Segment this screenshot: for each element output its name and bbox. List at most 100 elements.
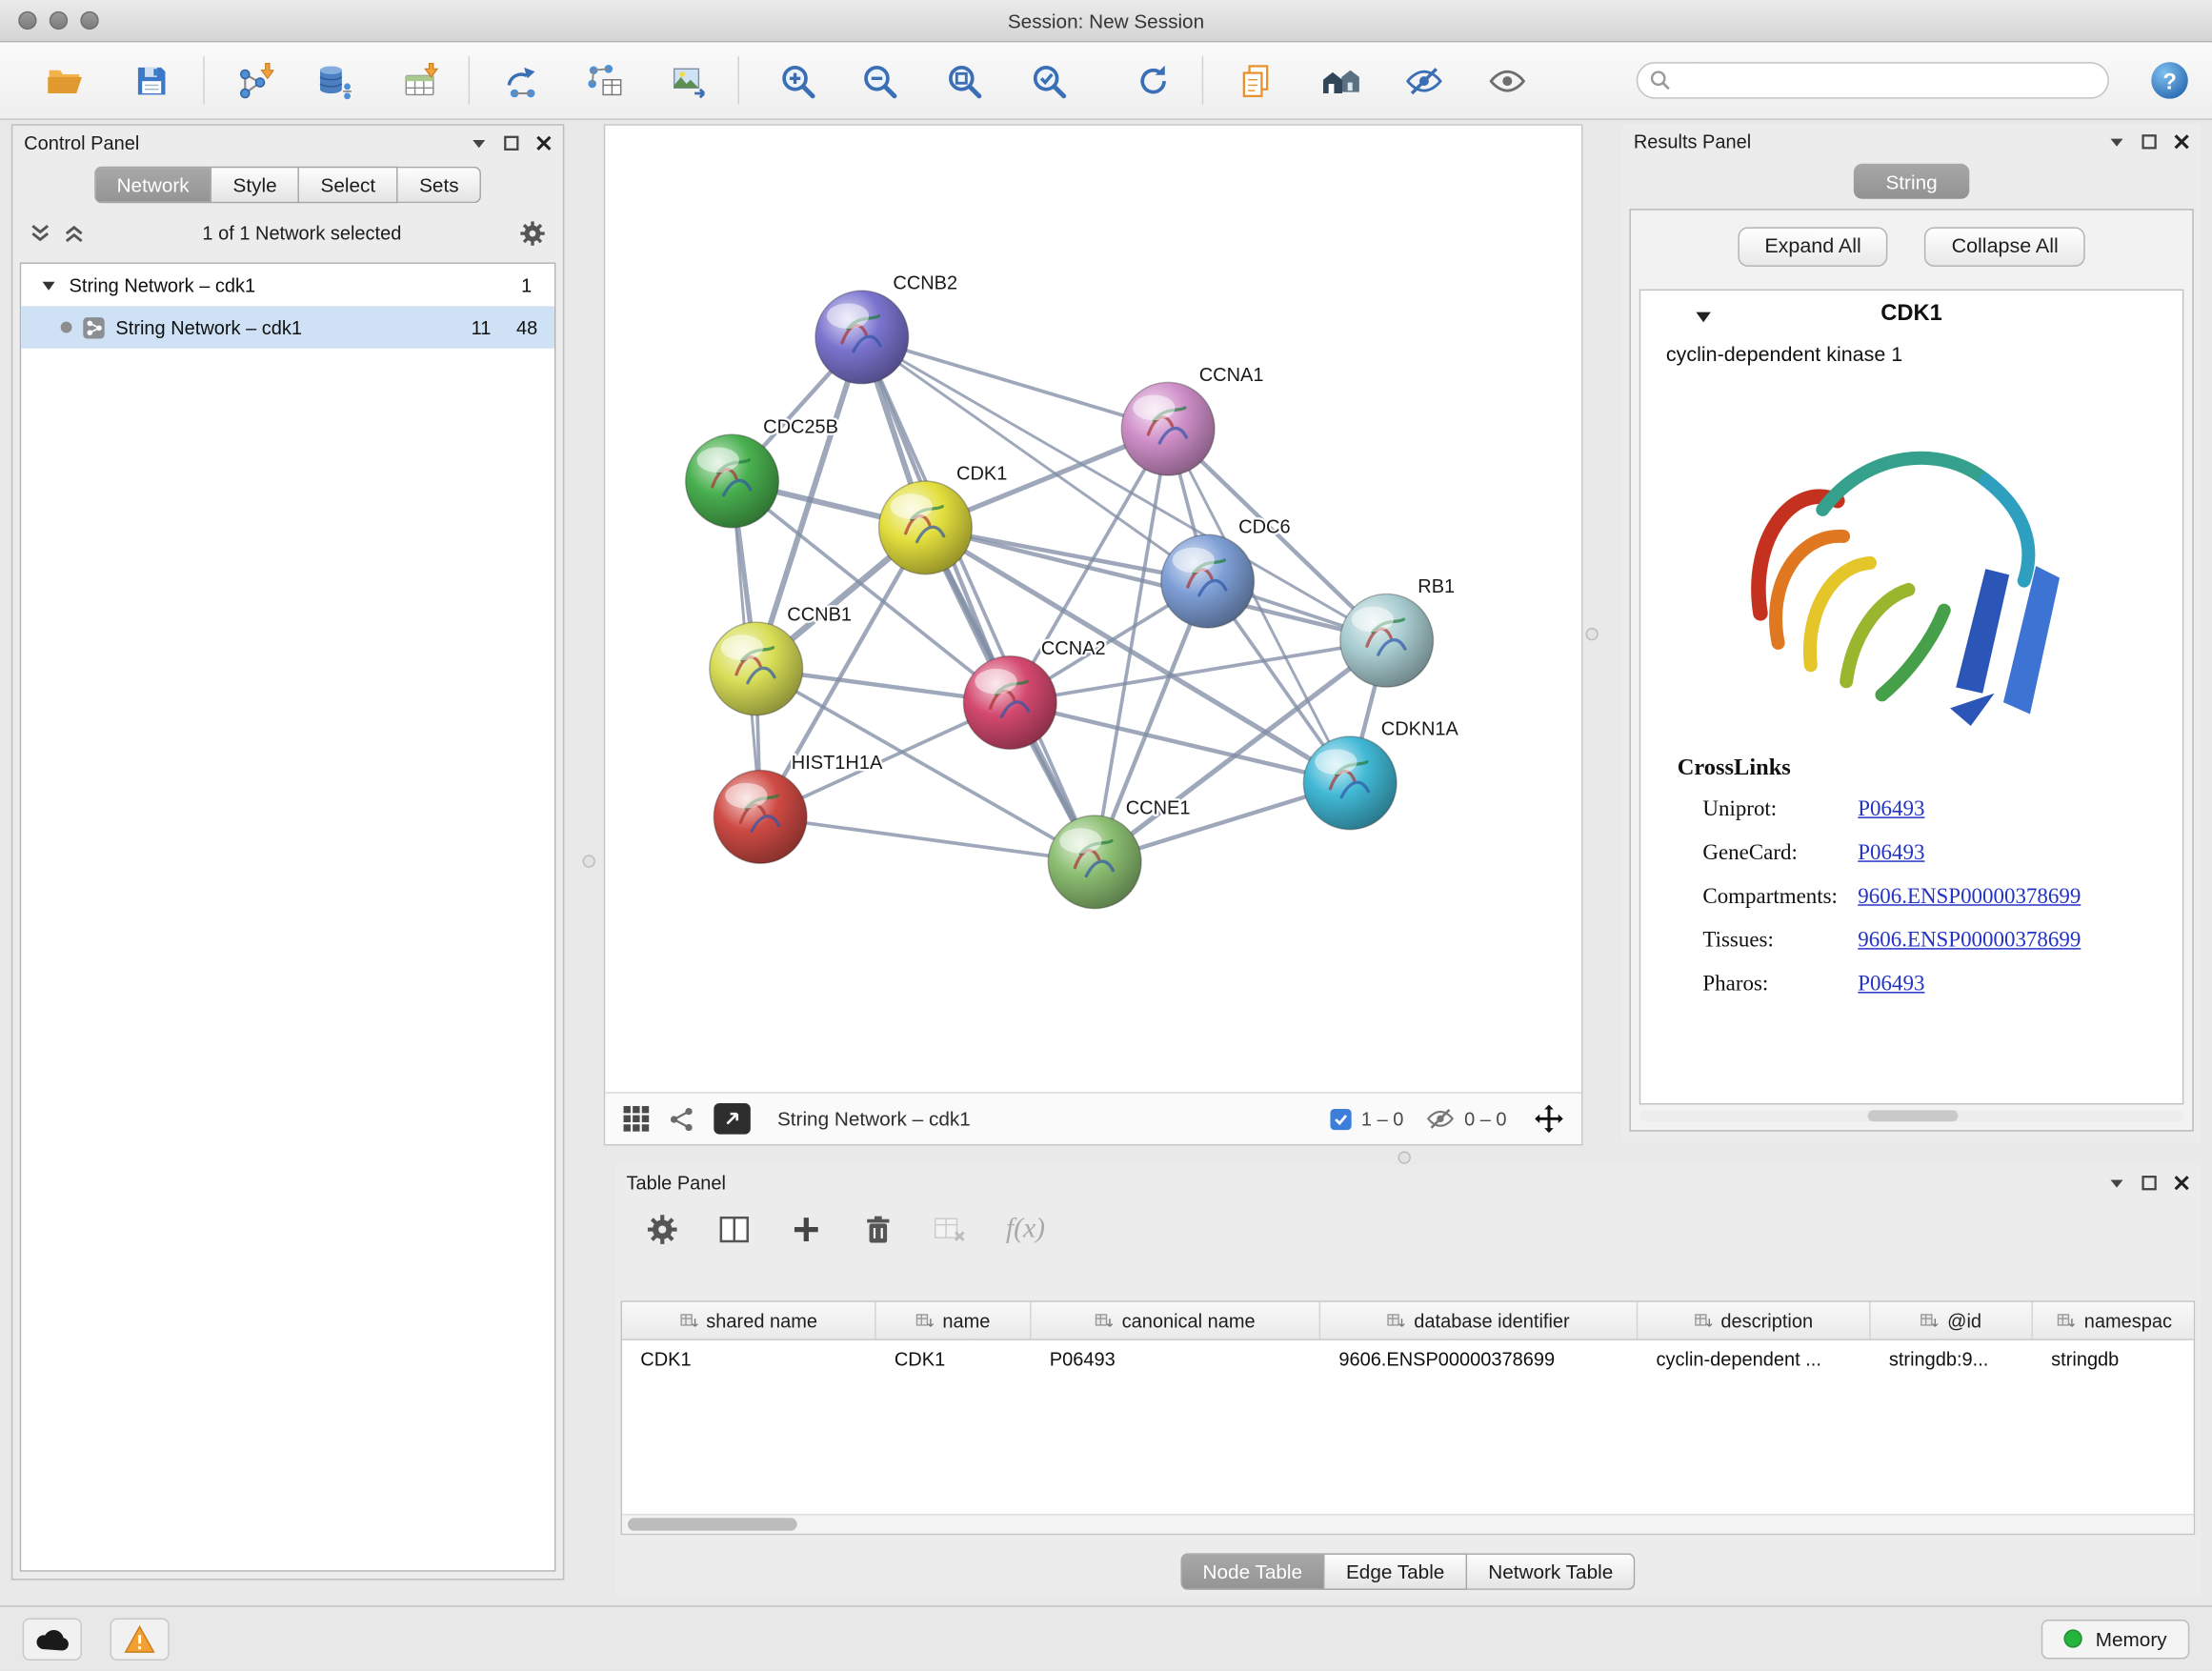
- results-scrollbar[interactable]: [1639, 1110, 2184, 1121]
- table-cell[interactable]: cyclin-dependent ...: [1638, 1340, 1870, 1378]
- splitter-handle[interactable]: [1398, 1151, 1411, 1163]
- search-input[interactable]: [1637, 62, 2109, 99]
- node-CCNA1[interactable]: [1121, 382, 1215, 475]
- window-zoom-button[interactable]: [80, 11, 98, 30]
- collapse-all-button[interactable]: Collapse All: [1924, 227, 2084, 266]
- node-RB1[interactable]: [1340, 594, 1434, 687]
- node-CCNB2[interactable]: [815, 291, 909, 384]
- edge-CCNA2-CDKN1A[interactable]: [1010, 702, 1350, 782]
- table-settings-button[interactable]: [646, 1213, 678, 1245]
- zoom-out-button[interactable]: [852, 50, 905, 110]
- panel-float-icon[interactable]: [2142, 1175, 2157, 1190]
- zoom-selected-button[interactable]: [1021, 50, 1075, 110]
- node-CCNE1[interactable]: [1048, 815, 1141, 909]
- column-header[interactable]: shared name: [622, 1302, 876, 1339]
- network-row-selected[interactable]: String Network – cdk1 11 48: [21, 306, 554, 348]
- table-cell[interactable]: CDK1: [622, 1340, 876, 1378]
- collapse-all-icon[interactable]: [30, 222, 50, 243]
- node-CDK1[interactable]: [879, 481, 973, 574]
- help-button[interactable]: ?: [2150, 61, 2189, 100]
- table-cell[interactable]: 9606.ENSP00000378699: [1320, 1340, 1638, 1378]
- home-networks-button[interactable]: [1314, 50, 1367, 110]
- copy-document-button[interactable]: [1229, 50, 1282, 110]
- expand-all-button[interactable]: Expand All: [1738, 227, 1888, 266]
- tab-network-table[interactable]: Network Table: [1467, 1553, 1636, 1590]
- crosslink-link[interactable]: P06493: [1858, 962, 1924, 1006]
- export-image-button[interactable]: [662, 50, 715, 110]
- gear-icon[interactable]: [519, 219, 546, 246]
- tab-sets[interactable]: Sets: [398, 167, 481, 204]
- column-header[interactable]: canonical name: [1032, 1302, 1321, 1339]
- crosslink-link[interactable]: 9606.ENSP00000378699: [1858, 875, 2081, 918]
- table-cell[interactable]: stringdb: [2033, 1340, 2197, 1378]
- node-HIST1H1A[interactable]: [714, 771, 807, 864]
- edge-CCNE1-HIST1H1A[interactable]: [760, 816, 1095, 861]
- edge-CCNB2-CCNA1[interactable]: [862, 337, 1168, 429]
- tab-style[interactable]: Style: [211, 167, 299, 204]
- apply-layout-button[interactable]: [1126, 50, 1179, 110]
- expand-all-icon[interactable]: [64, 222, 85, 243]
- create-column-button[interactable]: [790, 1213, 822, 1245]
- splitter-handle[interactable]: [583, 855, 595, 867]
- node-CDC6[interactable]: [1161, 534, 1255, 628]
- window-close-button[interactable]: [18, 11, 36, 30]
- tab-select[interactable]: Select: [299, 167, 398, 204]
- splitter-handle[interactable]: [1585, 628, 1598, 640]
- zoom-fit-button[interactable]: [936, 50, 990, 110]
- table-horizontal-scrollbar[interactable]: [622, 1514, 2194, 1534]
- open-session-button[interactable]: [37, 50, 90, 110]
- tab-string[interactable]: String: [1854, 164, 1969, 199]
- import-table-button[interactable]: [392, 50, 446, 110]
- panel-float-icon[interactable]: [504, 134, 519, 150]
- panel-float-icon[interactable]: [2142, 133, 2157, 149]
- memory-button[interactable]: Memory: [2041, 1619, 2189, 1658]
- import-network-file-button[interactable]: [227, 50, 280, 110]
- show-columns-button[interactable]: [718, 1213, 751, 1245]
- crosslink-link[interactable]: 9606.ENSP00000378699: [1858, 918, 2081, 962]
- crosslink-link[interactable]: P06493: [1858, 831, 1924, 875]
- scrollbar-thumb[interactable]: [628, 1518, 797, 1530]
- column-header[interactable]: description: [1638, 1302, 1870, 1339]
- tab-node-table[interactable]: Node Table: [1180, 1553, 1325, 1590]
- column-header[interactable]: database identifier: [1320, 1302, 1638, 1339]
- export-view-button[interactable]: [714, 1103, 751, 1135]
- new-table-from-network-button[interactable]: [577, 50, 631, 110]
- function-builder-button[interactable]: f(x): [1006, 1213, 1045, 1245]
- show-labels-button[interactable]: [1479, 50, 1533, 110]
- selected-checkbox-icon[interactable]: [1330, 1108, 1351, 1129]
- table-cell[interactable]: P06493: [1032, 1340, 1321, 1378]
- node-CCNB1[interactable]: [710, 622, 803, 715]
- panel-menu-icon[interactable]: [2109, 133, 2124, 149]
- panel-close-icon[interactable]: [536, 134, 552, 150]
- column-header[interactable]: name: [876, 1302, 1032, 1339]
- hide-glass-effect-button[interactable]: [1397, 50, 1450, 110]
- cloud-button[interactable]: [23, 1618, 82, 1660]
- node-CDC25B[interactable]: [686, 434, 779, 528]
- section-expander-icon[interactable]: [1695, 308, 1713, 326]
- column-header[interactable]: @id: [1871, 1302, 2033, 1339]
- new-network-from-selection-button[interactable]: [495, 50, 549, 110]
- pan-move-icon[interactable]: [1534, 1103, 1565, 1135]
- birds-eye-icon[interactable]: [622, 1105, 651, 1134]
- table-row[interactable]: CDK1 CDK1 P06493 9606.ENSP00000378699 cy…: [622, 1340, 2194, 1378]
- share-icon[interactable]: [669, 1105, 695, 1132]
- gene-header[interactable]: CDK1: [1640, 291, 2182, 338]
- network-canvas[interactable]: CCNB2CCNA1CDC25BCDK1CDC6RB1CCNB1CCNA2CDK…: [605, 126, 1581, 1092]
- table-cell[interactable]: stringdb:9...: [1871, 1340, 2033, 1378]
- warnings-button[interactable]: [111, 1618, 170, 1660]
- crosslink-link[interactable]: P06493: [1858, 787, 1924, 831]
- network-collection-row[interactable]: String Network – cdk1 1: [21, 264, 554, 306]
- panel-close-icon[interactable]: [2174, 133, 2189, 149]
- node-CDKN1A[interactable]: [1303, 736, 1397, 830]
- edge-CCNB2-CCNE1[interactable]: [862, 337, 1095, 862]
- zoom-in-button[interactable]: [771, 50, 824, 110]
- panel-close-icon[interactable]: [2174, 1175, 2189, 1190]
- tree-expander-icon[interactable]: [41, 277, 56, 292]
- delete-column-button[interactable]: [862, 1213, 895, 1245]
- tab-network[interactable]: Network: [94, 167, 211, 204]
- window-minimize-button[interactable]: [50, 11, 68, 30]
- save-session-button[interactable]: [124, 50, 177, 110]
- tab-edge-table[interactable]: Edge Table: [1325, 1553, 1467, 1590]
- column-header[interactable]: namespac: [2033, 1302, 2197, 1339]
- panel-menu-icon[interactable]: [472, 134, 487, 150]
